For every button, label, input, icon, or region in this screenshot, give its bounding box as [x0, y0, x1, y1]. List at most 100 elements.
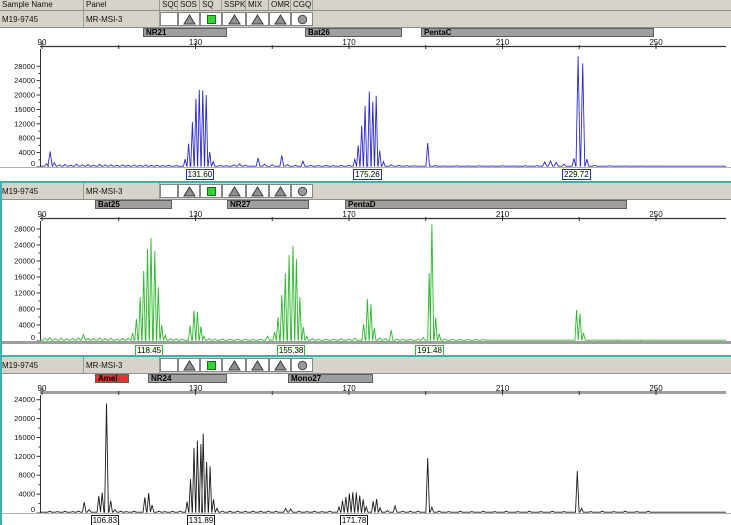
y-tick-label: 16000	[14, 105, 35, 114]
y-tick-label: 4000	[18, 148, 35, 157]
y-tick-label: 0	[31, 505, 35, 513]
sample-row[interactable]: M19-9745 MR-MSI-3	[0, 11, 731, 28]
column-header-sq[interactable]: SQ	[200, 0, 222, 10]
marker-label: Mono27	[291, 374, 321, 383]
sample-name-cell: M19-9745	[0, 357, 84, 373]
quality-flags	[160, 357, 313, 373]
marker-label: PentaC	[424, 28, 452, 37]
column-header-panel[interactable]: Panel	[84, 0, 160, 10]
selection-frame-left	[0, 181, 2, 525]
electropherogram-panel-3: M19-9745 MR-MSI-3 AmelNR24Mono27 9013017…	[0, 355, 731, 525]
sos-flag-triangle-icon[interactable]	[178, 184, 200, 198]
y-tick-label: 24000	[14, 76, 35, 85]
trace-plot-row[interactable]: 04000800012000160002000024000	[0, 395, 731, 513]
marker-bar-bat26[interactable]: Bat26	[305, 28, 402, 37]
cgq-flag-circle-icon[interactable]	[291, 12, 313, 26]
peak-size-label[interactable]: 106.83	[91, 515, 119, 525]
marker-bar-pentac[interactable]: PentaC	[421, 28, 654, 37]
panel-name-cell: MR-MSI-3	[84, 357, 160, 373]
marker-bar-nr21[interactable]: NR21	[143, 28, 227, 37]
omr-flag-triangle-icon[interactable]	[269, 358, 291, 372]
column-header-cgq[interactable]: CGQ	[291, 0, 313, 10]
marker-bar-amel[interactable]: Amel	[95, 374, 129, 383]
cgq-flag-circle-icon[interactable]	[291, 358, 313, 372]
marker-bar-mono27[interactable]: Mono27	[288, 374, 373, 383]
y-tick-label: 8000	[18, 471, 35, 480]
sos-flag-triangle-icon[interactable]	[178, 12, 200, 26]
peak-size-label[interactable]: 229.72	[562, 169, 590, 180]
electropherogram-panel-2: M19-9745 MR-MSI-3 Bat25NR27PentaD 901301…	[0, 181, 731, 355]
column-header-omr[interactable]: OMR	[269, 0, 291, 10]
x-tick-label: 210	[496, 384, 510, 393]
sample-name-cell: M19-9745	[0, 183, 84, 199]
sq-flag-green-square-icon[interactable]	[200, 184, 222, 198]
y-tick-label: 12000	[14, 119, 35, 128]
mix-flag-triangle-icon[interactable]	[246, 358, 269, 372]
quality-flags	[160, 183, 313, 199]
x-tick-label: 90	[38, 210, 47, 219]
cgq-flag-circle-icon[interactable]	[291, 184, 313, 198]
x-tick-label: 210	[496, 38, 510, 47]
sspk-flag-triangle-icon[interactable]	[222, 184, 246, 198]
omr-flag-triangle-icon[interactable]	[269, 12, 291, 26]
trace-plot[interactable]: 0400080001200016000200002400028000	[0, 221, 731, 341]
marker-bar-bat25[interactable]: Bat25	[95, 200, 172, 209]
green-square-icon	[205, 360, 218, 371]
marker-bar-nr24[interactable]: NR24	[148, 374, 227, 383]
sos-flag-triangle-icon[interactable]	[178, 358, 200, 372]
column-header-sqo[interactable]: SQO	[160, 0, 178, 10]
mix-flag-triangle-icon[interactable]	[246, 12, 269, 26]
column-header-sspk[interactable]: SSPK	[222, 0, 246, 10]
panel-name-cell: MR-MSI-3	[84, 11, 160, 27]
trace-plot[interactable]: 0400080001200016000200002400028000	[0, 49, 731, 167]
trace-plot-row[interactable]: 0400080001200016000200002400028000	[0, 221, 731, 341]
y-tick-label: 8000	[18, 134, 35, 143]
x-tick-label: 130	[189, 210, 203, 219]
electropherogram-trace	[40, 224, 726, 340]
x-tick-label: 90	[38, 38, 47, 47]
trace-plot-row[interactable]: 0400080001200016000200002400028000	[0, 49, 731, 167]
y-tick-label: 0	[31, 159, 35, 167]
y-tick-label: 12000	[14, 452, 35, 461]
x-axis: 90130170210250	[0, 38, 731, 49]
triangle-icon	[251, 186, 264, 197]
triangle-icon	[228, 360, 241, 371]
sspk-flag-triangle-icon[interactable]	[222, 358, 246, 372]
triangle-icon	[274, 186, 287, 197]
omr-flag-triangle-icon[interactable]	[269, 184, 291, 198]
x-axis-row: 90130170210250	[0, 38, 731, 49]
row-filler	[313, 183, 731, 199]
column-header-sos[interactable]: SOS	[178, 0, 200, 10]
sq-flag-green-square-icon[interactable]	[200, 12, 222, 26]
sq-flag-green-square-icon[interactable]	[200, 358, 222, 372]
sspk-flag-triangle-icon[interactable]	[222, 12, 246, 26]
column-header-mix[interactable]: MIX	[246, 0, 269, 10]
sqo-flag-cell[interactable]	[160, 12, 178, 26]
trace-plot[interactable]: 04000800012000160002000024000	[0, 395, 731, 513]
sample-row[interactable]: M19-9745 MR-MSI-3	[0, 357, 731, 374]
sqo-flag-cell[interactable]	[160, 358, 178, 372]
mix-flag-triangle-icon[interactable]	[246, 184, 269, 198]
marker-bar-pentad[interactable]: PentaD	[345, 200, 627, 209]
column-header-sample-name[interactable]: Sample Name	[0, 0, 84, 10]
row-filler	[313, 357, 731, 373]
row-filler	[313, 11, 731, 27]
y-tick-label: 8000	[18, 305, 35, 314]
peak-size-label[interactable]: 171.78	[340, 515, 368, 525]
peak-size-label[interactable]: 175.26	[353, 169, 381, 180]
peak-size-label[interactable]: 131.89	[187, 515, 215, 525]
y-tick-label: 4000	[18, 321, 35, 330]
sqo-flag-cell[interactable]	[160, 184, 178, 198]
triangle-icon	[228, 14, 241, 25]
electropherogram-trace	[40, 56, 726, 166]
marker-bar-nr27[interactable]: NR27	[227, 200, 309, 209]
x-tick-label: 130	[189, 38, 203, 47]
y-tick-label: 4000	[18, 490, 35, 499]
triangle-icon	[183, 186, 196, 197]
x-axis-row: 90130170210250	[0, 210, 731, 221]
peak-size-label[interactable]: 131.60	[186, 169, 214, 180]
x-axis: 90130170210250	[0, 210, 731, 221]
peak-size-labels-row: 106.83 131.89 171.78	[0, 513, 731, 525]
sample-row[interactable]: M19-9745 MR-MSI-3	[0, 183, 731, 200]
marker-label: NR21	[146, 28, 166, 37]
